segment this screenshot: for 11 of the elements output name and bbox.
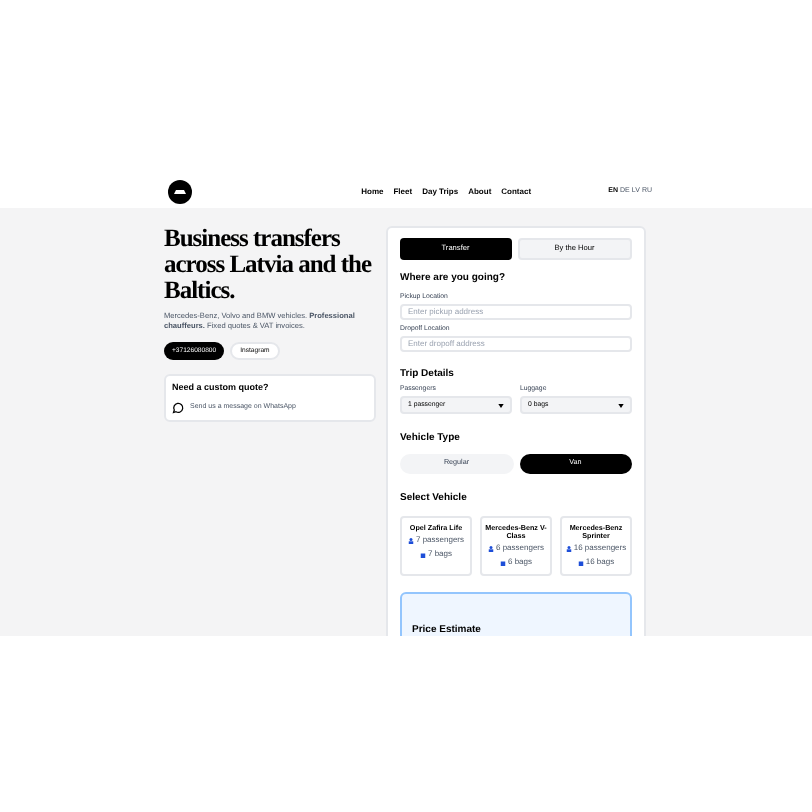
person-icon [407, 537, 414, 544]
person-icon [565, 545, 572, 552]
bag-icon [577, 559, 584, 566]
caret-icon [498, 403, 504, 408]
logo-icon[interactable] [168, 180, 192, 204]
caret-icon [618, 403, 624, 408]
person-icon [487, 545, 494, 552]
bag-icon [499, 559, 506, 566]
chat-icon [172, 401, 184, 414]
hero-title: Business transfers across Latvia and the Baltics. [164, 226, 374, 304]
bag-icon [419, 551, 426, 558]
